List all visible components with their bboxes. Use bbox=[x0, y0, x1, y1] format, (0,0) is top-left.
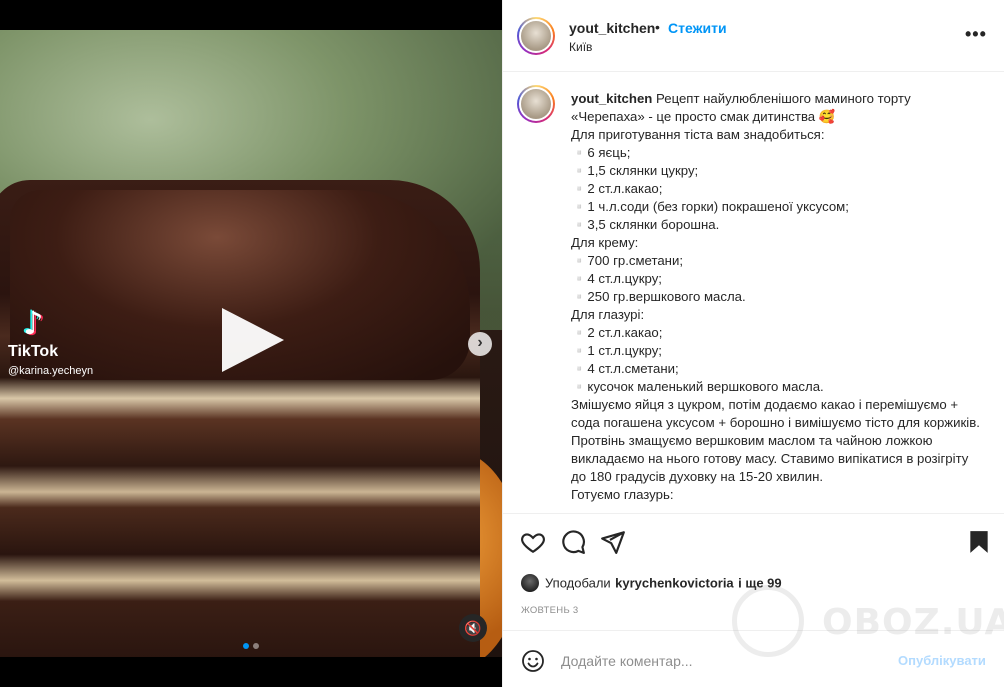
caption-line: ▫️6 яєць; bbox=[571, 145, 631, 160]
emoji-icon[interactable] bbox=[521, 649, 545, 673]
likes-user[interactable]: kyrychenkovictoria bbox=[615, 576, 734, 591]
oboz-logo-icon bbox=[732, 585, 804, 657]
caption-line: Готуємо глазурь: bbox=[571, 487, 674, 502]
oboz-watermark: OBOZ.UA bbox=[722, 580, 1004, 660]
media-viewer: ♪ TikTok @karina.yecheyn › 🔇 bbox=[0, 0, 502, 687]
carousel-dots bbox=[243, 636, 263, 654]
caption-line: ▫️700 гр.сметани; bbox=[571, 253, 683, 268]
caption-line: ▫️3,5 склянки борошна. bbox=[571, 217, 720, 232]
follow-button[interactable]: Стежити bbox=[668, 20, 727, 36]
caption-line: ▫️1,5 склянки цукру; bbox=[571, 163, 699, 178]
comment-icon[interactable] bbox=[560, 529, 586, 555]
tiktok-watermark: ♪ TikTok @karina.yecheyn bbox=[8, 305, 128, 377]
caption-text: yout_kitchen Рецепт найулюбленішого мами… bbox=[571, 90, 981, 504]
avatar[interactable] bbox=[517, 17, 555, 55]
caption-avatar[interactable] bbox=[517, 85, 555, 123]
likes-prefix: Уподобали bbox=[545, 575, 611, 591]
caption-line: ▫️2 ст.л.какао; bbox=[571, 181, 663, 196]
heart-icon[interactable] bbox=[520, 529, 546, 555]
post-date[interactable]: ЖОВТЕНЬ 3 bbox=[521, 605, 579, 616]
play-icon[interactable] bbox=[222, 308, 284, 372]
separator-dot: • bbox=[655, 19, 660, 35]
tiktok-name: TikTok bbox=[8, 343, 59, 360]
caption: yout_kitchen Рецепт найулюбленішого мами… bbox=[503, 73, 1004, 513]
caption-line: ▫️4 ст.л.цукру; bbox=[571, 271, 662, 286]
watermark-text: OBOZ.UA bbox=[822, 602, 1004, 643]
caption-line: Для приготування тіста вам знадобиться: bbox=[571, 127, 825, 142]
caption-line: ▫️кусочок маленький вершкового масла. bbox=[571, 379, 824, 394]
post-modal: ♪ TikTok @karina.yecheyn › 🔇 yout_kitche… bbox=[0, 0, 1004, 687]
caption-line: ▫️1 ч.л.соди (без горки) покрашеної уксу… bbox=[571, 199, 849, 214]
post-location[interactable]: Київ bbox=[569, 40, 592, 54]
caption-line: Змішуємо яйця з цукром, потім додаємо ка… bbox=[571, 397, 980, 484]
post-username[interactable]: yout_kitchen bbox=[569, 20, 655, 36]
liker-avatar[interactable] bbox=[521, 574, 539, 592]
mute-icon[interactable]: 🔇 bbox=[459, 614, 487, 642]
tiktok-username: @karina.yecheyn bbox=[8, 365, 94, 377]
carousel-dot bbox=[253, 643, 259, 649]
caption-line: ▫️4 ст.л.сметани; bbox=[571, 361, 679, 376]
caption-line: Для крему: bbox=[571, 235, 639, 250]
bookmark-icon[interactable] bbox=[966, 529, 992, 555]
caption-username[interactable]: yout_kitchen bbox=[571, 91, 652, 106]
caption-line: ▫️250 гр.вершкового масла. bbox=[571, 289, 746, 304]
caption-line: Для глазурі: bbox=[571, 307, 645, 322]
caption-line: ▫️1 ст.л.цукру; bbox=[571, 343, 662, 358]
more-options-icon[interactable]: ••• bbox=[965, 24, 987, 45]
caption-line: ▫️2 ст.л.какао; bbox=[571, 325, 663, 340]
tiktok-logo-icon: ♪ bbox=[23, 304, 44, 342]
post-header: yout_kitchen • Стежити Київ ••• bbox=[503, 0, 1004, 72]
share-icon[interactable] bbox=[600, 529, 626, 555]
chevron-right-icon[interactable]: › bbox=[468, 332, 492, 356]
carousel-dot-active bbox=[243, 643, 249, 649]
